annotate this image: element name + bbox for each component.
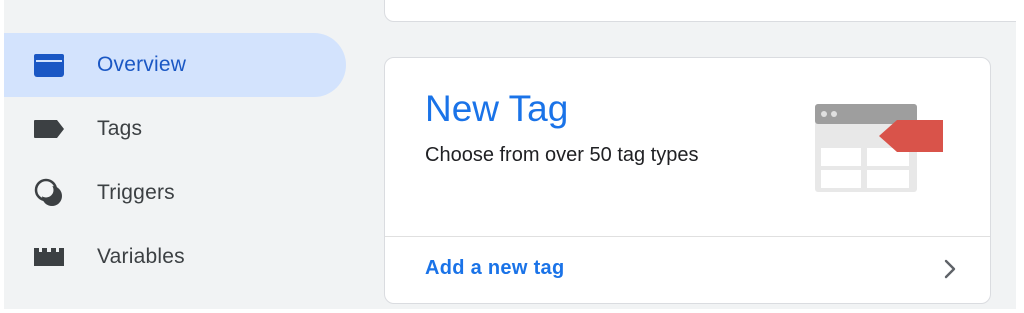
folder-icon	[32, 48, 66, 82]
sidebar-item-triggers[interactable]: Triggers	[4, 161, 346, 225]
add-new-tag-link[interactable]: Add a new tag	[385, 237, 990, 303]
sidebar-item-label: Overview	[97, 53, 187, 76]
sidebar-item-label: Tags	[97, 117, 143, 140]
add-new-tag-label: Add a new tag	[425, 257, 565, 279]
sidebar: Overview Tags Triggers Variables	[4, 0, 354, 309]
sidebar-item-tags[interactable]: Tags	[4, 97, 346, 161]
trigger-icon	[32, 176, 66, 210]
tag-browser-illustration	[813, 102, 945, 199]
previous-card	[384, 0, 1016, 22]
chevron-right-icon	[943, 259, 957, 284]
card-description: Choose from over 50 tag types	[425, 144, 699, 166]
sidebar-item-variables[interactable]: Variables	[4, 225, 346, 289]
tag-icon	[32, 112, 66, 146]
sidebar-item-label: Triggers	[97, 181, 175, 204]
sidebar-item-overview[interactable]: Overview	[4, 33, 346, 97]
card-title: New Tag	[425, 88, 569, 129]
variables-icon	[32, 240, 66, 274]
app-frame: Overview Tags Triggers Variables New Tag…	[4, 0, 1016, 309]
sidebar-item-label: Variables	[97, 245, 185, 268]
new-tag-card: New Tag Choose from over 50 tag types Ad…	[384, 57, 991, 304]
